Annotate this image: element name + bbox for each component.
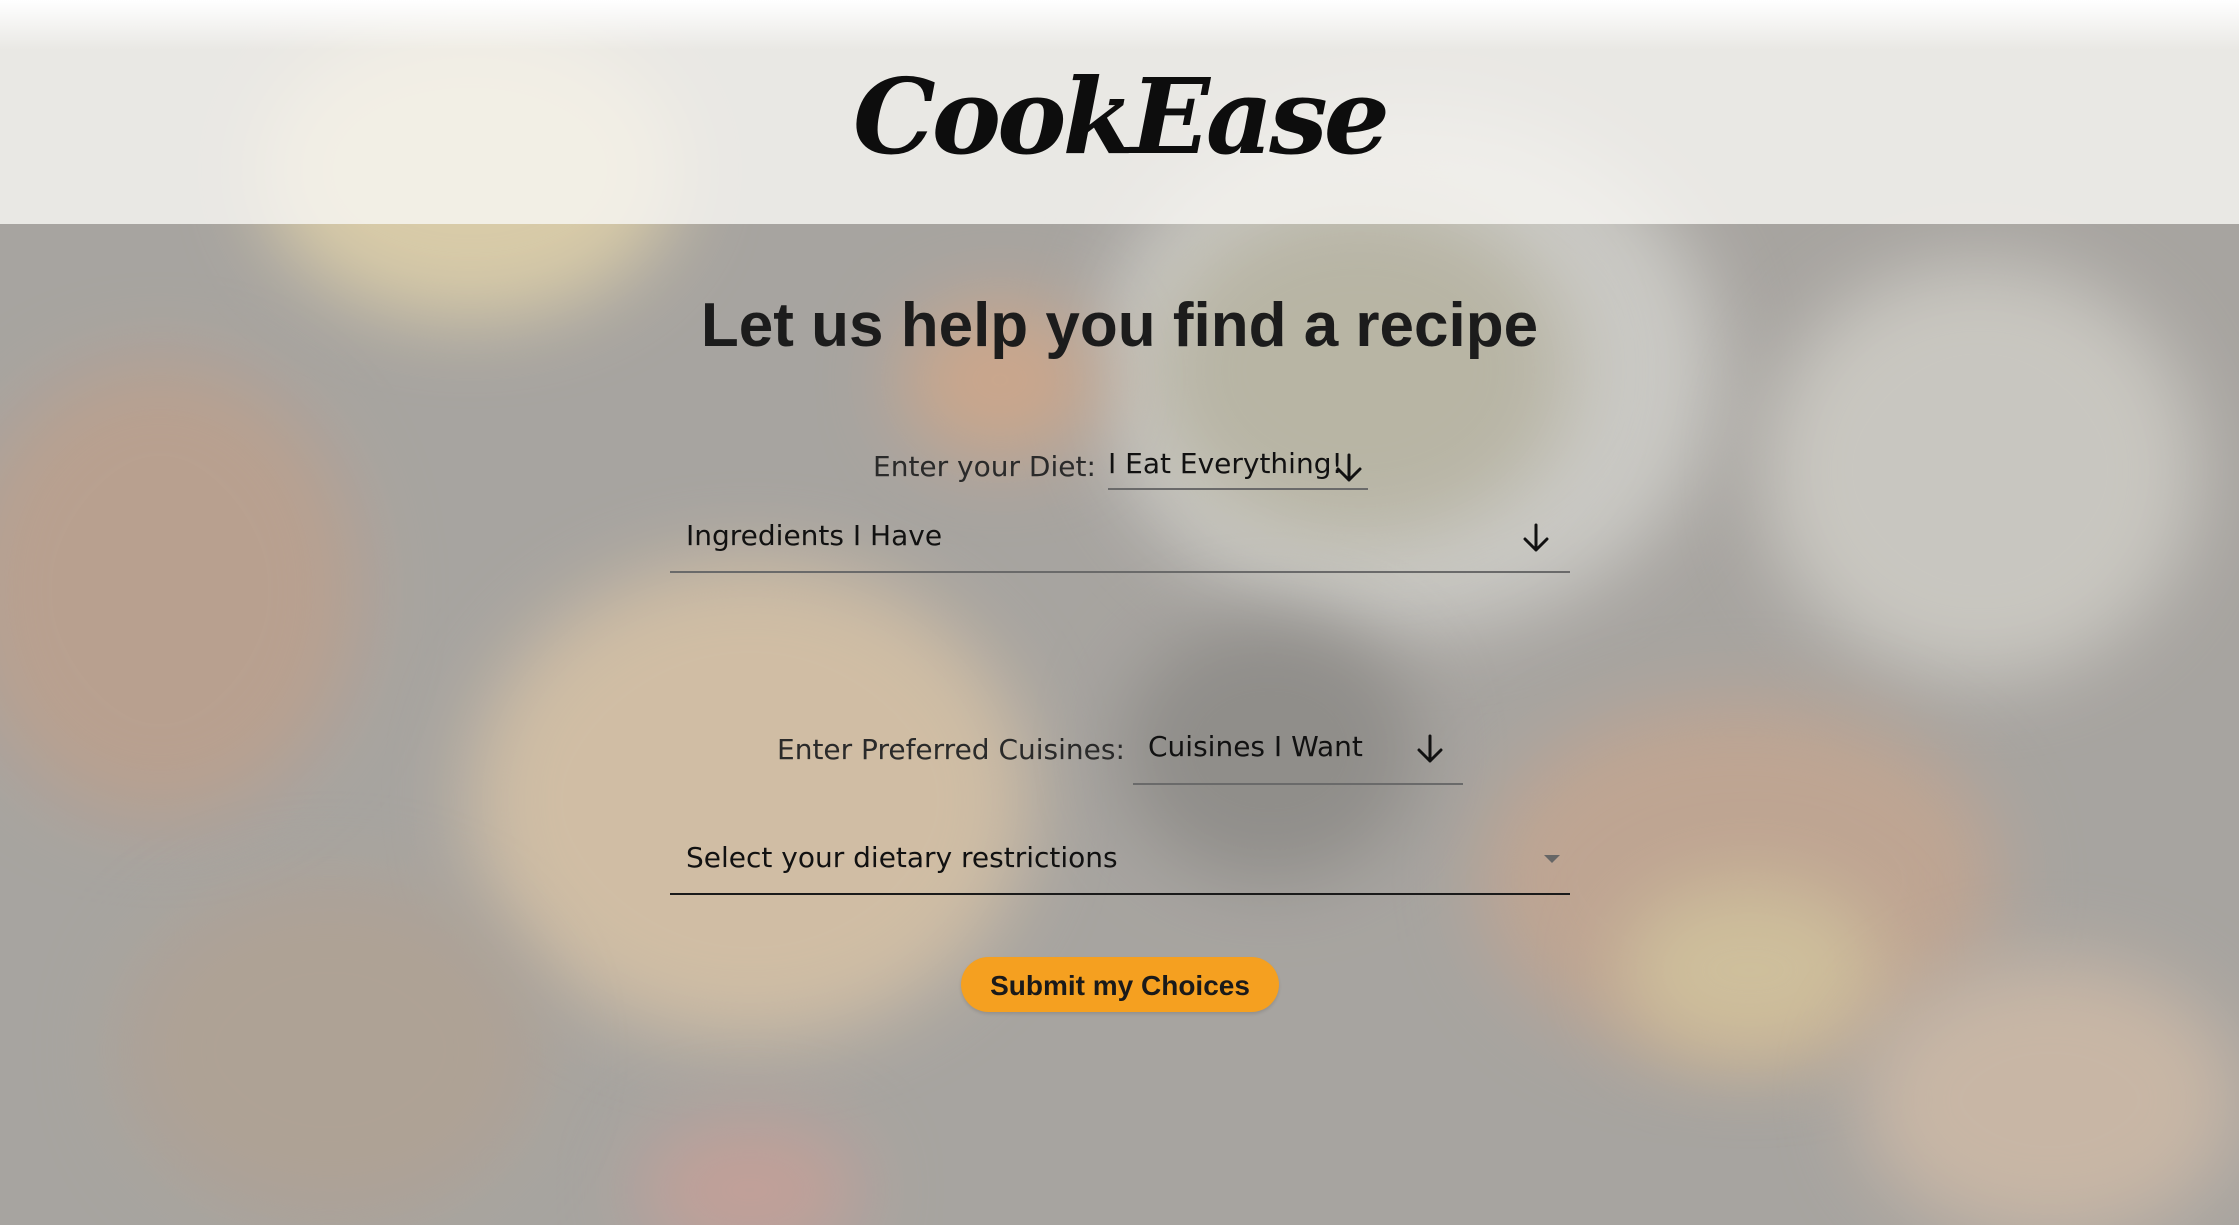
cuisines-label: Enter Preferred Cuisines: (777, 733, 1125, 766)
submit-button[interactable]: Submit my Choices (961, 957, 1279, 1012)
dietary-restrictions-placeholder: Select your dietary restrictions (686, 841, 1118, 874)
diet-label: Enter your Diet: (873, 450, 1096, 483)
logo[interactable]: CookEase (0, 52, 2239, 182)
header-bar: CookEase (0, 0, 2239, 224)
arrow-down-icon (1336, 453, 1362, 482)
cuisines-select[interactable]: Cuisines I Want (1133, 723, 1463, 785)
caret-down-icon (1544, 855, 1560, 863)
cuisines-select-value: Cuisines I Want (1148, 730, 1363, 763)
ingredients-select[interactable]: Ingredients I Have (670, 510, 1570, 573)
ingredients-select-value: Ingredients I Have (686, 519, 943, 552)
page-title: Let us help you find a recipe (700, 291, 1539, 360)
dietary-restrictions-select[interactable]: Select your dietary restrictions (670, 832, 1570, 895)
diet-select-value: I Eat Everything! (1108, 447, 1343, 480)
arrow-down-icon (1523, 523, 1549, 552)
diet-select[interactable]: I Eat Everything! (1108, 440, 1368, 490)
arrow-down-icon (1417, 734, 1443, 763)
